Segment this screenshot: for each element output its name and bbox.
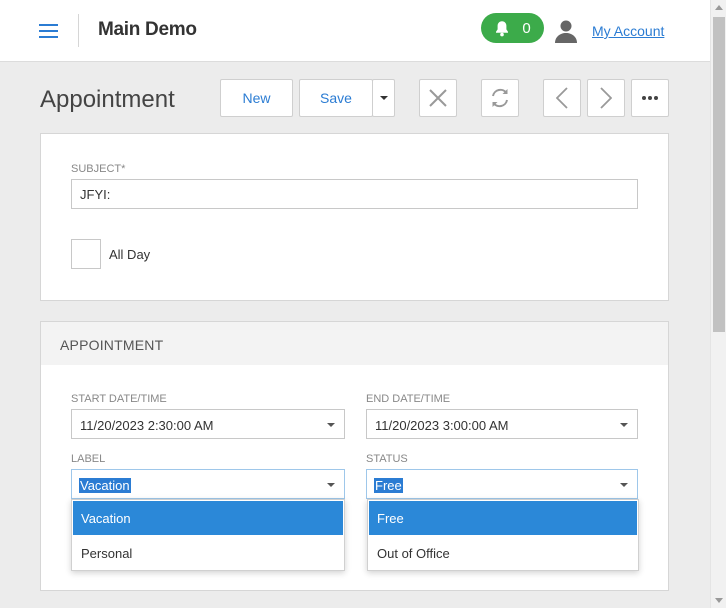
scrollbar[interactable]	[710, 0, 726, 608]
end-date-field[interactable]: 11/20/2023 3:00:00 AM	[366, 409, 638, 439]
chevron-down-icon[interactable]	[327, 483, 335, 487]
start-date-value: 11/20/2023 2:30:00 AM	[80, 418, 214, 433]
bell-icon	[496, 20, 509, 36]
more-button[interactable]	[631, 79, 669, 117]
close-icon	[429, 89, 447, 107]
notification-button[interactable]: 0	[481, 13, 544, 43]
label-dropdown-list: Vacation Personal	[71, 499, 345, 571]
delete-button[interactable]	[419, 79, 457, 117]
app-title: Main Demo	[98, 19, 197, 40]
scroll-down-icon[interactable]	[715, 598, 723, 603]
save-options-button[interactable]	[372, 79, 395, 117]
label-field-label: LABEL	[71, 453, 106, 465]
subject-card: SUBJECT* All Day	[40, 133, 669, 301]
my-account-link[interactable]: My Account	[592, 23, 664, 39]
header-divider	[78, 14, 79, 47]
end-date-value: 11/20/2023 3:00:00 AM	[375, 418, 509, 433]
subject-label: SUBJECT*	[71, 163, 126, 175]
hamburger-icon[interactable]	[39, 24, 59, 39]
next-button[interactable]	[587, 79, 625, 117]
scroll-thumb[interactable]	[713, 17, 725, 332]
chevron-down-icon	[379, 96, 388, 100]
scroll-up-icon[interactable]	[715, 5, 723, 10]
start-date-field[interactable]: 11/20/2023 2:30:00 AM	[71, 409, 345, 439]
label-option-personal[interactable]: Personal	[73, 536, 343, 570]
end-label: END DATE/TIME	[366, 393, 451, 405]
notification-count: 0	[522, 19, 531, 37]
refresh-icon	[492, 88, 508, 108]
page-title: Appointment	[40, 86, 175, 113]
more-icon	[642, 96, 658, 100]
user-icon	[555, 20, 577, 43]
status-option-out-of-office[interactable]: Out of Office	[369, 536, 637, 570]
all-day-checkbox[interactable]	[71, 239, 101, 269]
save-button[interactable]: Save	[299, 79, 373, 117]
label-select-value: Vacation	[79, 478, 131, 493]
label-select[interactable]: Vacation	[71, 469, 345, 499]
chevron-right-icon	[600, 87, 612, 109]
status-select[interactable]: Free	[366, 469, 638, 499]
chevron-down-icon[interactable]	[620, 423, 628, 427]
new-button[interactable]: New	[220, 79, 293, 117]
previous-button[interactable]	[543, 79, 581, 117]
refresh-button[interactable]	[481, 79, 519, 117]
chevron-down-icon[interactable]	[620, 483, 628, 487]
status-option-free[interactable]: Free	[369, 501, 637, 535]
all-day-label: All Day	[109, 247, 151, 262]
label-option-vacation[interactable]: Vacation	[73, 501, 343, 535]
section-title: APPOINTMENT	[60, 337, 164, 353]
start-label: START DATE/TIME	[71, 393, 167, 405]
subject-input[interactable]	[71, 179, 638, 209]
app-header: Main Demo 0 My Account	[0, 0, 710, 62]
status-select-value: Free	[374, 478, 403, 493]
section-header: APPOINTMENT	[41, 322, 668, 365]
status-dropdown-list: Free Out of Office	[367, 499, 639, 571]
chevron-down-icon[interactable]	[327, 423, 335, 427]
chevron-left-icon	[556, 87, 568, 109]
status-field-label: STATUS	[366, 453, 408, 465]
